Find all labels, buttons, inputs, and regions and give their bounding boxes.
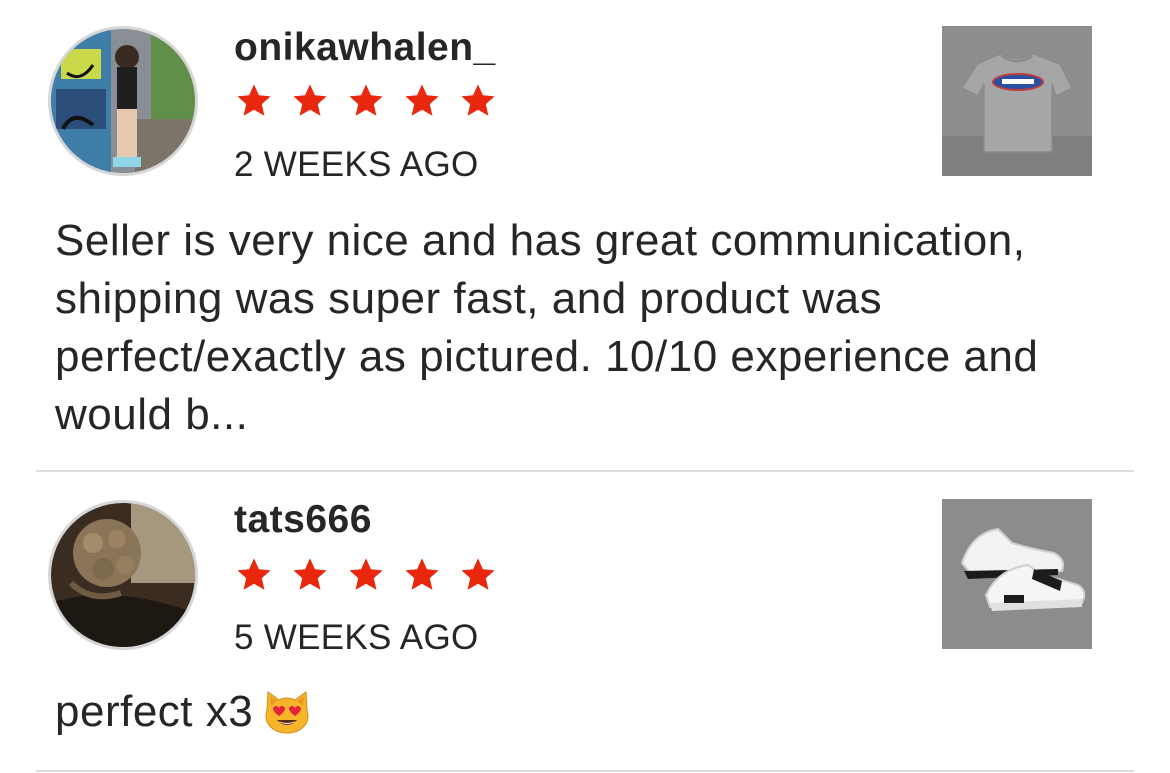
star-icon xyxy=(349,558,383,590)
tshirt-photo-icon xyxy=(942,26,1092,176)
product-thumbnail[interactable] xyxy=(942,499,1092,649)
review-timestamp: 2 WEEKS AGO xyxy=(234,145,479,184)
review-text: Seller is very nice and has great commun… xyxy=(55,216,1039,439)
star-icon xyxy=(293,558,327,590)
avatar-photo-icon xyxy=(51,29,195,173)
review-item: onikawhalen_ 2 WEEKS AGO Seller is very … xyxy=(0,0,1170,472)
star-icon xyxy=(237,84,271,116)
star-icon xyxy=(237,558,271,590)
star-icon xyxy=(461,84,495,116)
review-item: tats666 5 WEEKS AGO perfect x3 xyxy=(0,473,1170,771)
reviewer-avatar[interactable] xyxy=(48,26,198,176)
review-divider xyxy=(36,770,1134,772)
review-divider xyxy=(36,470,1134,472)
review-timestamp: 5 WEEKS AGO xyxy=(234,618,479,657)
review-text-content: perfect x3 xyxy=(55,687,254,736)
star-icon xyxy=(349,84,383,116)
star-rating xyxy=(232,82,500,120)
reviewer-avatar[interactable] xyxy=(48,500,198,650)
star-icon xyxy=(461,558,495,590)
reviewer-username[interactable]: onikawhalen_ xyxy=(234,28,496,67)
product-thumbnail[interactable] xyxy=(942,26,1092,176)
avatar-photo-icon xyxy=(51,503,195,647)
star-icon xyxy=(293,84,327,116)
review-text: perfect x3 xyxy=(55,683,1130,741)
sneakers-photo-icon xyxy=(942,499,1092,649)
reviewer-username[interactable]: tats666 xyxy=(234,500,372,539)
star-icon xyxy=(405,558,439,590)
star-rating xyxy=(232,556,500,594)
star-icon xyxy=(405,84,439,116)
heart-eyes-cat-emoji-icon xyxy=(265,691,309,734)
reviews-list: onikawhalen_ 2 WEEKS AGO Seller is very … xyxy=(0,0,1170,773)
